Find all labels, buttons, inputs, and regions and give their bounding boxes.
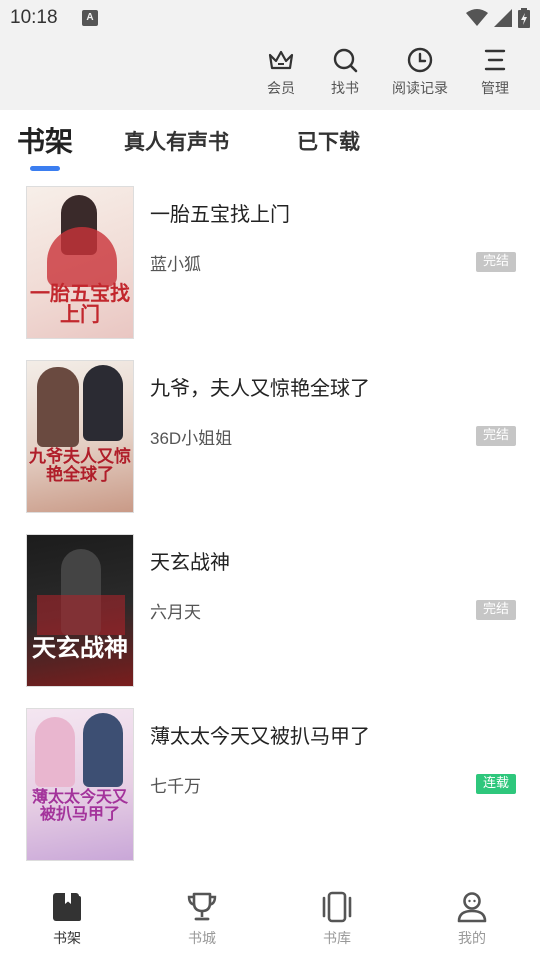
bottom-nav: 书架 书城 书库 我的: [0, 880, 540, 960]
book-cover[interactable]: 一胎五宝找上门: [26, 186, 134, 339]
search-icon: [333, 48, 358, 73]
book-title: 一胎五宝找上门: [150, 202, 290, 226]
book-cover[interactable]: 薄太太今天又被扒马甲了: [26, 708, 134, 861]
nav-profile[interactable]: 我的: [437, 890, 507, 948]
book-title: 天玄战神: [150, 550, 230, 574]
book-item[interactable]: 一胎五宝找上门 一胎五宝找上门 蓝小狐 完结: [0, 176, 540, 350]
bookshelf-icon: [53, 893, 81, 921]
status-badge: 完结: [475, 426, 516, 446]
find-book-button[interactable]: 找书: [310, 46, 380, 98]
book-title: 九爷，夫人又惊艳全球了: [150, 376, 370, 400]
nav-library[interactable]: 书库: [302, 890, 372, 948]
book-cover[interactable]: 天玄战神: [26, 534, 134, 687]
book-author: 蓝小狐: [150, 255, 201, 274]
cover-title: 天玄战神: [32, 633, 128, 662]
crown-icon: [268, 50, 294, 70]
status-icons: [466, 7, 530, 29]
book-author: 七千万: [150, 777, 201, 796]
book-item[interactable]: 薄太太今天又被扒马甲了 薄太太今天又被扒马甲了 七千万 连载: [0, 698, 540, 872]
status-badge: 完结: [475, 600, 516, 620]
library-icon: [322, 891, 352, 923]
tab-downloaded[interactable]: 已下载: [297, 126, 360, 156]
nav-label: 书库: [323, 931, 351, 947]
nav-label: 书城: [188, 931, 216, 947]
clock-icon: [407, 47, 433, 73]
profile-icon: [457, 892, 487, 923]
manage-label: 管理: [481, 81, 509, 97]
book-item[interactable]: 九爷夫人又惊艳全球了 九爷，夫人又惊艳全球了 36D小姐姐 完结: [0, 350, 540, 524]
book-title: 薄太太今天又被扒马甲了: [150, 724, 370, 748]
nav-label: 书架: [53, 931, 81, 947]
book-cover[interactable]: 九爷夫人又惊艳全球了: [26, 360, 134, 513]
reading-history-button[interactable]: 阅读记录: [385, 46, 455, 98]
tab-indicator: [30, 166, 60, 171]
nav-bookstore[interactable]: 书城: [167, 890, 237, 948]
book-author: 36D小姐姐: [150, 429, 233, 448]
status-badge: 连载: [475, 774, 516, 794]
tab-bookshelf[interactable]: 书架: [17, 120, 73, 160]
manage-button[interactable]: 管理: [460, 46, 530, 98]
book-item[interactable]: 天玄战神 天玄战神 六月天 完结: [0, 524, 540, 698]
status-time: 10:18: [10, 7, 58, 28]
find-book-label: 找书: [331, 81, 359, 97]
cover-title: 九爷夫人又惊艳全球了: [29, 447, 131, 485]
manage-icon: [484, 49, 506, 71]
nav-label: 我的: [458, 931, 486, 947]
notification-icon: A: [82, 10, 98, 26]
vip-label: 会员: [267, 81, 295, 97]
wifi-icon: [466, 9, 488, 26]
tab-audiobooks[interactable]: 真人有声书: [124, 126, 229, 156]
reading-history-label: 阅读记录: [392, 81, 448, 97]
battery-icon: [518, 8, 530, 28]
cover-title: 薄太太今天又被扒马甲了: [31, 787, 128, 823]
book-author: 六月天: [150, 603, 201, 622]
vip-button[interactable]: 会员: [246, 46, 316, 98]
trophy-icon: [187, 892, 217, 921]
tab-bar: 书架 真人有声书 已下载: [0, 110, 540, 176]
signal-icon: [494, 9, 512, 27]
cover-title: 一胎五宝找上门: [30, 281, 130, 326]
top-toolbar: 会员 找书 阅读记录 管理: [0, 36, 540, 110]
status-badge: 完结: [475, 252, 516, 272]
status-bar: 10:18 A: [0, 0, 540, 36]
nav-bookshelf[interactable]: 书架: [32, 890, 102, 948]
